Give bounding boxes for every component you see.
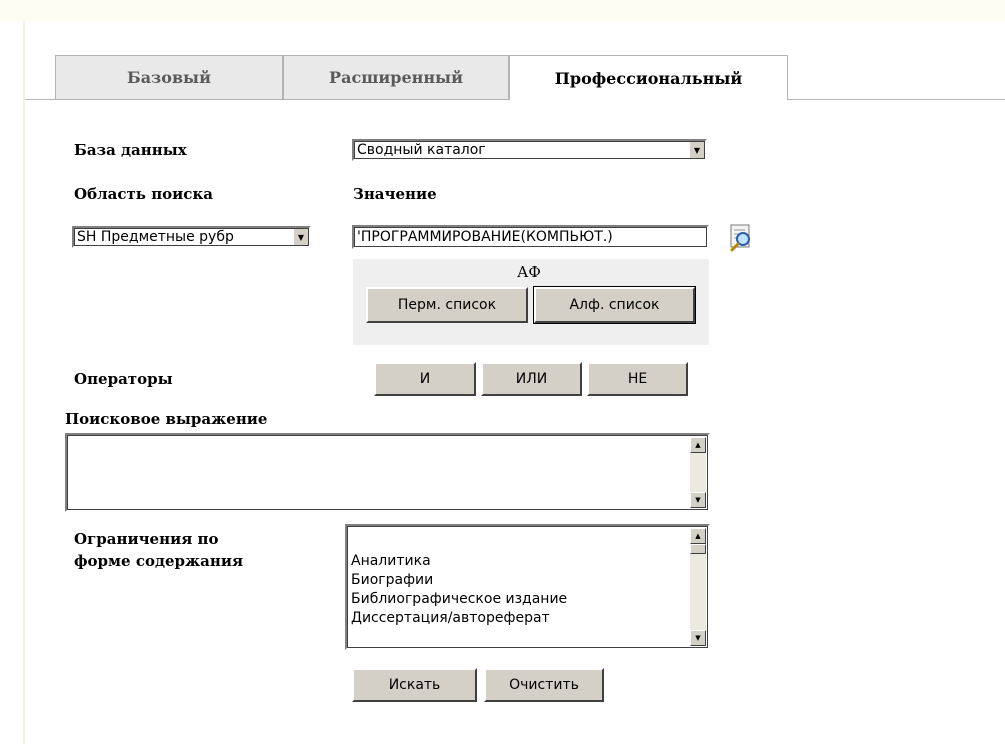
perm-list-button[interactable]: Перм. список: [366, 287, 528, 323]
search-area-label: Область поиска: [74, 185, 213, 203]
scroll-thumb[interactable]: [690, 544, 706, 554]
operator-or-button[interactable]: ИЛИ: [481, 362, 582, 396]
expression-scrollbar[interactable]: ▲ ▼: [690, 437, 706, 508]
clear-button[interactable]: Очистить: [484, 668, 604, 702]
operators-label: Операторы: [74, 370, 173, 388]
restrictions-label-line2: форме содержания: [74, 552, 244, 570]
database-label: База данных: [74, 141, 187, 159]
value-input[interactable]: 'ПРОГРАММИРОВАНИЕ(КОМПЬЮТ.): [352, 225, 709, 249]
search-area-select-value: SH Предметные рубр: [77, 229, 234, 245]
database-select-value: Сводный каталог: [357, 142, 486, 158]
search-button[interactable]: Искать: [352, 668, 477, 702]
chevron-down-icon[interactable]: ▼: [293, 228, 309, 246]
alf-list-button[interactable]: Алф. список: [533, 286, 696, 324]
scroll-down-icon[interactable]: ▼: [690, 630, 706, 646]
top-band: [0, 0, 1005, 21]
af-panel-title: АФ: [517, 263, 541, 281]
value-label: Значение: [353, 185, 437, 203]
left-rule: [23, 21, 25, 744]
list-item[interactable]: Биографии: [351, 571, 567, 590]
tab-professional[interactable]: Профессиональный: [509, 55, 788, 100]
list-item[interactable]: Аналитика: [351, 552, 567, 571]
search-area-select[interactable]: SH Предметные рубр ▼: [72, 226, 311, 248]
chevron-down-icon[interactable]: ▼: [689, 141, 705, 159]
restrictions-list: Аналитика Биографии Библиографическое из…: [351, 552, 567, 628]
tab-extended[interactable]: Расширенный: [283, 55, 509, 99]
restrictions-label-line1: Ограничения по: [74, 530, 219, 548]
restrictions-listbox[interactable]: Аналитика Биографии Библиографическое из…: [345, 524, 710, 650]
operator-not-button[interactable]: НЕ: [587, 362, 688, 396]
list-item[interactable]: Библиографическое издание: [351, 590, 567, 609]
tab-basic[interactable]: Базовый: [55, 55, 283, 99]
scroll-up-icon[interactable]: ▲: [690, 437, 706, 453]
operator-and-button[interactable]: И: [374, 362, 476, 396]
expression-label: Поисковое выражение: [65, 410, 268, 428]
scroll-down-icon[interactable]: ▼: [690, 492, 706, 508]
expression-textarea[interactable]: ▲ ▼: [65, 433, 710, 512]
restrictions-scrollbar[interactable]: ▲ ▼: [690, 528, 706, 646]
list-item[interactable]: Диссертация/автореферат: [351, 609, 567, 628]
database-select[interactable]: Сводный каталог ▼: [352, 139, 707, 161]
magnifier-search-icon[interactable]: [726, 222, 758, 254]
scroll-up-icon[interactable]: ▲: [690, 528, 706, 544]
